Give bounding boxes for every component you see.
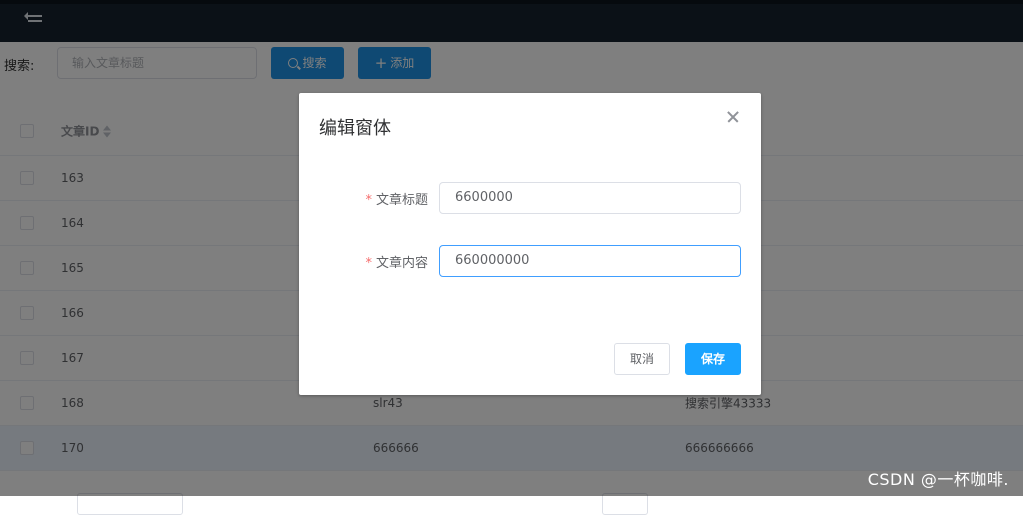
close-icon[interactable] [725, 109, 741, 125]
content-field-label-text: 文章内容 [375, 256, 428, 271]
required-marker: * [365, 256, 372, 271]
cancel-button[interactable]: 取消 [614, 343, 670, 375]
title-field-label: * 文章标题 [299, 189, 428, 208]
watermark: CSDN @一杯咖啡. [867, 470, 1009, 489]
save-button[interactable]: 保存 [685, 343, 741, 375]
pagination-size-select[interactable] [77, 493, 183, 515]
edit-dialog: 编辑窗体 * 文章标题 6600000 * 文章内容 660000000 取消 保存 [299, 93, 761, 395]
title-field-label-text: 文章标题 [375, 193, 428, 208]
content-field[interactable]: 660000000 [439, 245, 741, 277]
dialog-title: 编辑窗体 [319, 118, 391, 139]
required-marker: * [365, 193, 372, 208]
pagination-jump-input[interactable] [602, 493, 648, 515]
content-field-label: * 文章内容 [299, 252, 428, 271]
title-field[interactable]: 6600000 [439, 182, 741, 214]
